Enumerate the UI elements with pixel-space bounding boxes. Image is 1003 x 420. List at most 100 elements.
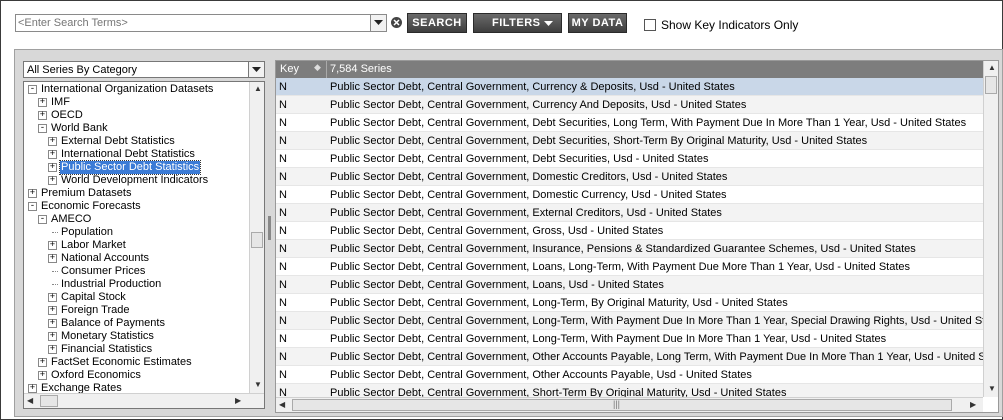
expand-icon[interactable]: + xyxy=(48,176,57,185)
table-row[interactable]: N Public Sector Debt, Central Government,… xyxy=(276,132,983,150)
expand-icon[interactable]: + xyxy=(48,254,57,263)
table-row[interactable]: N Public Sector Debt, Central Government,… xyxy=(276,240,983,258)
grid-scroll-thumb[interactable] xyxy=(985,76,997,94)
search-button[interactable]: SEARCH xyxy=(407,13,467,33)
scroll-right-icon[interactable]: ▶ xyxy=(970,400,976,409)
table-row[interactable]: N Public Sector Debt, Central Government,… xyxy=(276,258,983,276)
expand-icon[interactable]: + xyxy=(48,332,57,341)
scroll-down-icon[interactable]: ▼ xyxy=(254,380,262,389)
table-row[interactable]: N Public Sector Debt, Central Government,… xyxy=(276,294,983,312)
collapse-icon[interactable]: - xyxy=(28,202,37,211)
tree-node-label[interactable]: Consumer Prices xyxy=(60,265,146,278)
tree-node-label[interactable]: OECD xyxy=(50,109,84,122)
column-divider[interactable] xyxy=(326,61,327,78)
tree-horizontal-scrollbar[interactable]: ◀ ▶ xyxy=(24,393,264,408)
expand-icon[interactable]: + xyxy=(48,163,57,172)
grid-vertical-scrollbar[interactable]: ▲ ▼ xyxy=(983,61,998,397)
expand-icon[interactable]: + xyxy=(38,358,47,367)
tree-hscroll-thumb[interactable] xyxy=(40,395,58,407)
tree-node-label[interactable]: World Bank xyxy=(50,122,109,135)
pane-splitter[interactable] xyxy=(268,216,271,240)
table-row[interactable]: N Public Sector Debt, Central Government,… xyxy=(276,78,983,96)
table-row[interactable]: N Public Sector Debt, Central Government,… xyxy=(276,330,983,348)
tree-node-label[interactable]: Monetary Statistics xyxy=(60,330,155,343)
category-select[interactable]: All Series By Category xyxy=(23,61,265,78)
expand-icon[interactable]: + xyxy=(48,319,57,328)
key-indicators-checkbox[interactable] xyxy=(644,19,656,31)
tree-node-label[interactable]: Financial Statistics xyxy=(60,343,153,356)
row-key: N xyxy=(279,369,287,381)
scroll-up-icon[interactable]: ▲ xyxy=(254,84,262,93)
tree-node-label[interactable]: Industrial Production xyxy=(60,278,162,291)
table-row[interactable]: N Public Sector Debt, Central Government,… xyxy=(276,96,983,114)
tree-node-label[interactable]: Foreign Trade xyxy=(60,304,130,317)
tree-scroll-thumb[interactable] xyxy=(251,232,263,248)
tree-node-label[interactable]: Public Sector Debt Statistics xyxy=(58,160,202,175)
tree-node-label[interactable]: International Organization Datasets xyxy=(40,83,214,96)
tree-node-label[interactable]: Premium Datasets xyxy=(40,187,132,200)
tree-node-label[interactable]: External Debt Statistics xyxy=(60,135,176,148)
filters-button[interactable]: FILTERS xyxy=(473,13,562,33)
tree-node-label[interactable]: FactSet Economic Estimates xyxy=(50,356,193,369)
expand-icon[interactable]: + xyxy=(38,98,47,107)
table-row[interactable]: N Public Sector Debt, Central Government,… xyxy=(276,276,983,294)
tree-node-label[interactable]: International Debt Statistics xyxy=(60,148,196,161)
tree-node-label[interactable]: AMECO xyxy=(50,213,92,226)
search-dropdown-button[interactable] xyxy=(370,15,386,31)
table-row[interactable]: N Public Sector Debt, Central Government,… xyxy=(276,150,983,168)
search-input[interactable] xyxy=(18,16,368,30)
sort-icon[interactable]: ◆ xyxy=(314,62,321,73)
grid-hscroll-thumb[interactable]: ||| xyxy=(292,399,952,411)
scroll-left-icon[interactable]: ◀ xyxy=(279,400,285,409)
my-data-button[interactable]: MY DATA xyxy=(568,13,627,33)
row-series-name: Public Sector Debt, Central Government, … xyxy=(330,81,735,93)
tree-node-label[interactable]: Economic Forecasts xyxy=(40,200,142,213)
key-column-header[interactable]: Key xyxy=(280,63,299,75)
row-key: N xyxy=(279,351,287,363)
table-row[interactable]: N Public Sector Debt, Central Government,… xyxy=(276,366,983,384)
scroll-left-icon[interactable]: ◀ xyxy=(27,396,33,405)
category-dropdown-button[interactable] xyxy=(248,62,264,77)
expand-icon[interactable]: + xyxy=(48,150,57,159)
tree-node-label[interactable]: National Accounts xyxy=(60,252,150,265)
collapse-icon[interactable]: - xyxy=(38,124,47,133)
table-row[interactable]: N Public Sector Debt, Central Government,… xyxy=(276,114,983,132)
filters-button-label: FILTERS xyxy=(492,17,541,29)
scroll-up-icon[interactable]: ▲ xyxy=(988,63,996,72)
collapse-icon[interactable]: - xyxy=(38,215,47,224)
series-column-header[interactable]: 7,584 Series xyxy=(330,63,392,75)
expand-icon[interactable]: + xyxy=(38,371,47,380)
expand-icon[interactable]: + xyxy=(48,137,57,146)
category-tree[interactable]: - International Organization Datasets + IMF… xyxy=(23,81,265,409)
collapse-icon[interactable]: - xyxy=(28,85,37,94)
table-row[interactable]: N Public Sector Debt, Central Government,… xyxy=(276,204,983,222)
table-row[interactable]: N Public Sector Debt, Central Government,… xyxy=(276,186,983,204)
expand-icon[interactable]: + xyxy=(48,241,57,250)
tree-node-label[interactable]: Labor Market xyxy=(60,239,127,252)
expand-icon[interactable]: + xyxy=(28,189,37,198)
scroll-right-icon[interactable]: ▶ xyxy=(235,396,241,405)
scroll-down-icon[interactable]: ▼ xyxy=(988,384,996,393)
tree-node-label[interactable]: IMF xyxy=(50,96,71,109)
expand-icon[interactable]: + xyxy=(48,293,57,302)
table-row[interactable]: N Public Sector Debt, Central Government,… xyxy=(276,222,983,240)
grid-horizontal-scrollbar[interactable]: ◀ ||| ▶ xyxy=(276,397,983,412)
table-row[interactable]: N Public Sector Debt, Central Government,… xyxy=(276,168,983,186)
expand-icon[interactable]: + xyxy=(38,111,47,120)
tree-node-label[interactable]: Population xyxy=(60,226,114,239)
expand-icon[interactable]: + xyxy=(48,306,57,315)
row-key: N xyxy=(279,279,287,291)
tree-node-label[interactable]: World Development Indicators xyxy=(60,174,209,187)
clear-search-button[interactable] xyxy=(391,17,402,28)
tree-node-label[interactable]: Capital Stock xyxy=(60,291,127,304)
row-key: N xyxy=(279,261,287,273)
row-key: N xyxy=(279,225,287,237)
tree-node-label[interactable]: Oxford Economics xyxy=(50,369,142,382)
expand-icon[interactable]: + xyxy=(28,384,37,393)
search-combobox[interactable] xyxy=(15,14,387,32)
table-row[interactable]: N Public Sector Debt, Central Government,… xyxy=(276,312,983,330)
table-row[interactable]: N Public Sector Debt, Central Government,… xyxy=(276,348,983,366)
tree-node-label[interactable]: Balance of Payments xyxy=(60,317,166,330)
tree-vertical-scrollbar[interactable]: ▲ ▼ xyxy=(249,82,264,393)
expand-icon[interactable]: + xyxy=(48,345,57,354)
